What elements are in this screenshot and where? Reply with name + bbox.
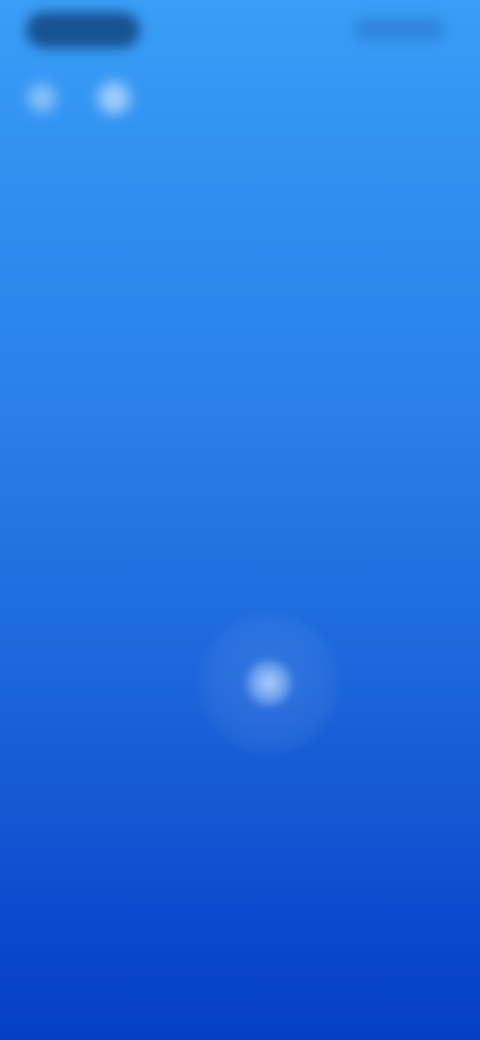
status-time-pill-icon	[26, 12, 140, 48]
app-screen	[0, 0, 480, 1040]
top-toolbar	[22, 78, 152, 118]
touch-point-icon	[246, 660, 292, 706]
status-indicators-icon	[354, 18, 444, 40]
menu-icon[interactable]	[98, 82, 130, 114]
status-bar	[0, 0, 480, 64]
back-icon[interactable]	[28, 84, 56, 112]
